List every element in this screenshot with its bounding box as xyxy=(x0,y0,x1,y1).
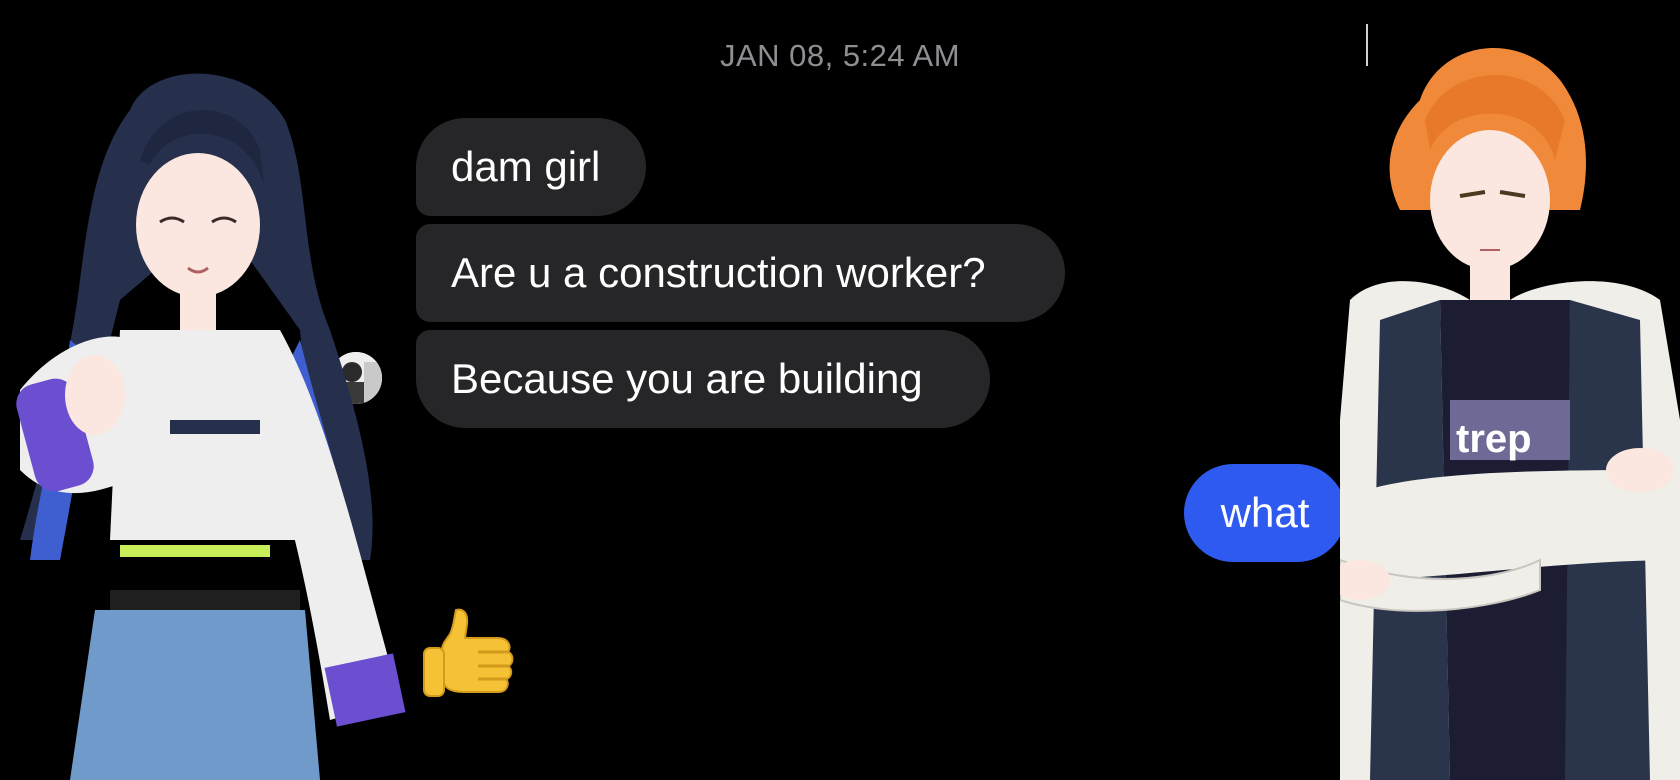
message-text: Because you are building xyxy=(451,355,923,402)
anime-girl-overlay xyxy=(0,0,440,780)
anime-boy-overlay: trep xyxy=(1330,0,1680,780)
message-text: dam girl xyxy=(451,143,601,190)
incoming-message-bubble[interactable]: Are u a construction worker? xyxy=(416,224,1065,322)
incoming-message-bubble[interactable]: Because you are building xyxy=(416,330,990,428)
incoming-message-bubble[interactable]: dam girl xyxy=(416,118,646,216)
message-timestamp: JAN 08, 5:24 AM xyxy=(719,38,961,73)
chat-screen: JAN 08, 5:24 AM dam girl Are u a constru… xyxy=(0,0,1680,780)
outgoing-message-bubble[interactable]: what xyxy=(1184,464,1346,562)
shirt-logo: trep xyxy=(1456,417,1532,461)
message-text: what xyxy=(1220,489,1310,536)
message-text: Are u a construction worker? xyxy=(451,249,986,296)
